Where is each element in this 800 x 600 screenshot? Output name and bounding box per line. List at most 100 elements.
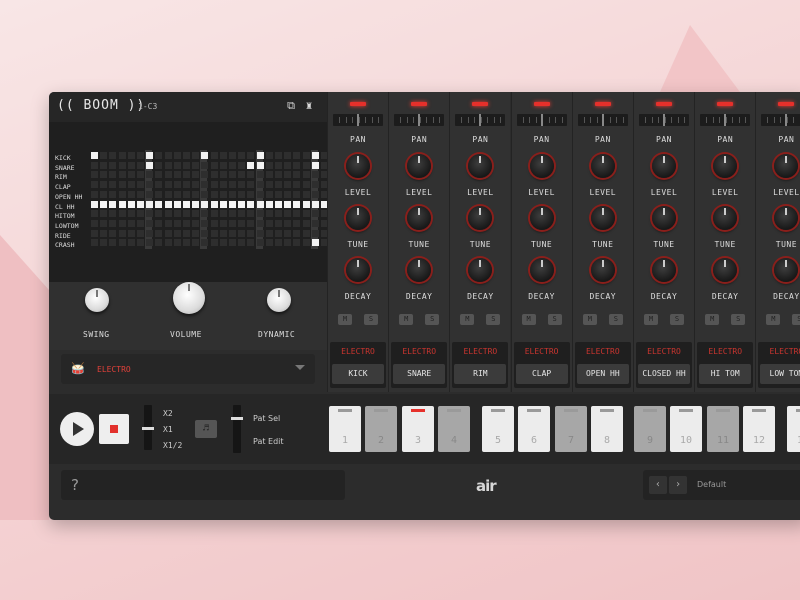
grid-cell[interactable] bbox=[247, 152, 255, 159]
grid-cell[interactable] bbox=[229, 190, 236, 198]
grid-cell[interactable] bbox=[201, 161, 209, 169]
grid-cell[interactable] bbox=[256, 152, 264, 159]
grid-cell[interactable] bbox=[137, 239, 144, 247]
mute-button[interactable]: M bbox=[521, 314, 536, 325]
grid-cell[interactable] bbox=[127, 210, 135, 218]
grid-cell[interactable] bbox=[91, 200, 98, 208]
grid-cell[interactable] bbox=[265, 239, 273, 247]
grid-cell[interactable] bbox=[256, 181, 264, 189]
grid-cell[interactable] bbox=[173, 171, 181, 179]
grid-cell[interactable] bbox=[311, 161, 319, 169]
grid-cell[interactable] bbox=[109, 152, 117, 159]
pattern-edit-label[interactable]: Pat Edit bbox=[253, 437, 284, 446]
grid-cell[interactable] bbox=[293, 181, 301, 189]
grid-cell[interactable] bbox=[137, 181, 144, 189]
grid-cell[interactable] bbox=[137, 161, 144, 169]
grid-cell[interactable] bbox=[210, 210, 218, 218]
grid-cell[interactable] bbox=[192, 190, 200, 198]
step-button[interactable]: 13 bbox=[787, 406, 800, 452]
grid-cell[interactable] bbox=[311, 219, 319, 227]
mute-button[interactable]: M bbox=[705, 314, 720, 325]
grid-cell[interactable] bbox=[293, 171, 301, 179]
grid-cell[interactable] bbox=[201, 190, 209, 198]
grid-cell[interactable] bbox=[173, 210, 181, 218]
tempo-half-label[interactable]: X1/2 bbox=[163, 441, 182, 450]
grid-cell[interactable] bbox=[155, 171, 163, 179]
grid-cell[interactable] bbox=[219, 200, 227, 208]
pan-slider[interactable] bbox=[639, 114, 689, 126]
decay-knob[interactable] bbox=[774, 258, 799, 282]
grid-cell[interactable] bbox=[256, 200, 264, 208]
tune-knob[interactable] bbox=[407, 206, 432, 230]
grid-cell[interactable] bbox=[275, 171, 282, 179]
grid-cell[interactable] bbox=[91, 210, 98, 218]
grid-cell[interactable] bbox=[247, 161, 255, 169]
grid-cell[interactable] bbox=[284, 190, 292, 198]
grid-cell[interactable] bbox=[293, 239, 301, 247]
grid-cell[interactable] bbox=[109, 239, 117, 247]
grid-cell[interactable] bbox=[311, 210, 319, 218]
grid-cell[interactable] bbox=[91, 229, 98, 237]
grid-cell[interactable] bbox=[229, 171, 236, 179]
grid-cell[interactable] bbox=[91, 171, 98, 179]
decay-knob[interactable] bbox=[713, 258, 738, 282]
grid-cell[interactable] bbox=[284, 210, 292, 218]
grid-cell[interactable] bbox=[256, 239, 264, 247]
grid-cell[interactable] bbox=[183, 229, 190, 237]
channel-kit-name[interactable]: ELECTRO bbox=[575, 347, 631, 356]
grid-cell[interactable] bbox=[137, 171, 144, 179]
grid-cell[interactable] bbox=[164, 200, 172, 208]
grid-cell[interactable] bbox=[210, 200, 218, 208]
pan-slider[interactable] bbox=[761, 114, 800, 126]
grid-cell[interactable] bbox=[146, 181, 154, 189]
grid-cell[interactable] bbox=[173, 239, 181, 247]
channel-kit-name[interactable]: ELECTRO bbox=[514, 347, 570, 356]
grid-cell[interactable] bbox=[137, 152, 144, 159]
decay-knob[interactable] bbox=[407, 258, 432, 282]
grid-cell[interactable] bbox=[210, 239, 218, 247]
step-button[interactable]: 3 bbox=[402, 406, 434, 452]
grid-cell[interactable] bbox=[302, 171, 310, 179]
grid-cell[interactable] bbox=[109, 161, 117, 169]
decay-knob[interactable] bbox=[529, 258, 554, 282]
grid-cell[interactable] bbox=[284, 181, 292, 189]
grid-cell[interactable] bbox=[293, 219, 301, 227]
mute-button[interactable]: M bbox=[460, 314, 475, 325]
clear-brush-icon[interactable]: ♜ bbox=[303, 100, 315, 112]
grid-cell[interactable] bbox=[293, 190, 301, 198]
grid-cell[interactable] bbox=[293, 200, 301, 208]
pan-slider[interactable] bbox=[333, 114, 383, 126]
mute-button[interactable]: M bbox=[582, 314, 597, 325]
dynamic-knob[interactable] bbox=[267, 288, 291, 312]
grid-cell[interactable] bbox=[247, 190, 255, 198]
prev-preset-button[interactable]: ‹ bbox=[649, 476, 667, 494]
grid-cell[interactable] bbox=[155, 181, 163, 189]
grid-cell[interactable] bbox=[91, 181, 98, 189]
grid-cell[interactable] bbox=[275, 200, 282, 208]
channel-kit-name[interactable]: ELECTRO bbox=[697, 347, 753, 356]
grid-cell[interactable] bbox=[137, 200, 144, 208]
next-preset-button[interactable]: › bbox=[669, 476, 687, 494]
tempo-x1-label[interactable]: X1 bbox=[163, 425, 173, 434]
decay-knob[interactable] bbox=[346, 258, 370, 282]
grid-cell[interactable] bbox=[118, 181, 126, 189]
solo-button[interactable]: S bbox=[547, 314, 562, 325]
grid-cell[interactable] bbox=[219, 210, 227, 218]
grid-cell[interactable] bbox=[265, 190, 273, 198]
grid-cell[interactable] bbox=[219, 181, 227, 189]
grid-cell[interactable] bbox=[118, 229, 126, 237]
step-button[interactable]: 8 bbox=[591, 406, 623, 452]
grid-cell[interactable] bbox=[164, 219, 172, 227]
grid-cell[interactable] bbox=[109, 200, 117, 208]
grid-cell[interactable] bbox=[109, 229, 117, 237]
grid-cell[interactable] bbox=[219, 229, 227, 237]
grid-cell[interactable] bbox=[127, 181, 135, 189]
channel-kit-name[interactable]: ELECTRO bbox=[330, 347, 386, 356]
grid-cell[interactable] bbox=[210, 171, 218, 179]
grid-cell[interactable] bbox=[118, 239, 126, 247]
grid-cell[interactable] bbox=[91, 152, 98, 159]
grid-cell[interactable] bbox=[173, 161, 181, 169]
grid-cell[interactable] bbox=[284, 200, 292, 208]
grid-cell[interactable] bbox=[247, 200, 255, 208]
grid-cell[interactable] bbox=[183, 171, 190, 179]
